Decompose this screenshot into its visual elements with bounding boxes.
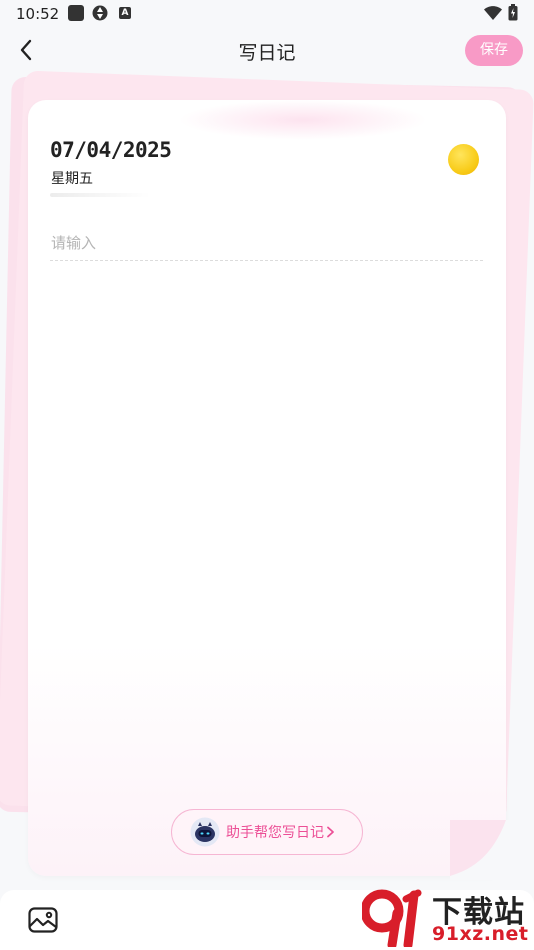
status-time: 10:52 [16,5,60,23]
status-bar: 10:52 A [0,0,534,28]
wifi-icon [484,6,502,20]
photo-icon [68,5,84,21]
page-title: 写日记 [238,42,296,64]
page-curl [450,820,510,880]
watermark: 下载站 91xz.net [360,885,534,950]
assistant-label: 助手帮您写日记 [226,825,324,841]
watermark-url: 91xz.net [432,923,529,945]
weekday-underline [50,193,150,197]
battery-icon [508,4,518,21]
a-icon: A [119,7,131,19]
diary-weekday: 星期五 [51,171,93,187]
diary-card: 07/04/2025 星期五 助手帮您写日记 [28,100,506,876]
save-button[interactable]: 保存 [465,35,523,66]
aperture-icon [92,5,108,21]
diary-entry-input[interactable] [50,226,483,261]
image-icon[interactable] [28,907,58,933]
diary-date[interactable]: 07/04/2025 [50,138,172,162]
assistant-write-button[interactable]: 助手帮您写日记 [171,809,363,855]
robot-icon [190,817,220,847]
sun-icon[interactable] [448,144,479,175]
card-glow [178,100,428,140]
watermark-logo-icon [362,889,422,947]
chevron-right-icon [327,826,334,838]
title-bar: 写日记 保存 [0,28,534,74]
